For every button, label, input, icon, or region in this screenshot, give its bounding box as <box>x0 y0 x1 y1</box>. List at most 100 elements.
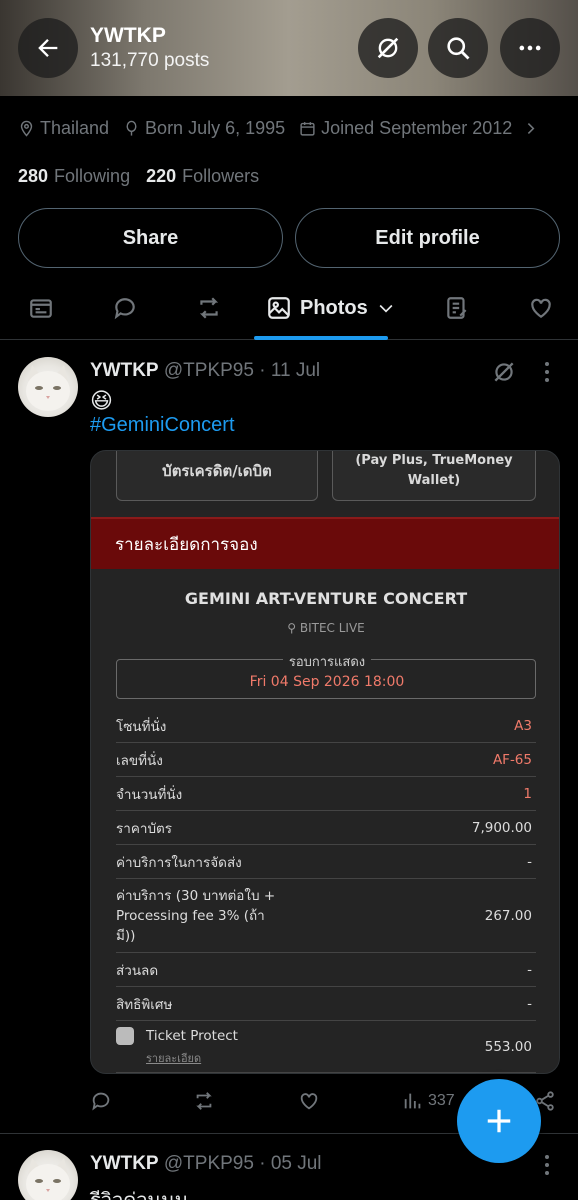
author-handle[interactable]: @TPKP95 <box>164 360 254 381</box>
born-text: Born July 6, 1995 <box>145 118 286 138</box>
reply-icon <box>92 1092 110 1111</box>
balloon-icon <box>126 120 137 136</box>
detail-label: Ticket Protect <box>146 1027 238 1044</box>
detail-value: - <box>527 995 532 1012</box>
back-arrow-icon <box>38 39 58 57</box>
repost-icon <box>199 297 219 319</box>
post-image[interactable]: บัตรเครดิต/เดบิต (Pay Plus, TrueMoney Wa… <box>90 450 560 1074</box>
chevron-right-icon[interactable] <box>522 120 539 137</box>
location-text: Thailand <box>40 118 110 138</box>
author-handle[interactable]: @TPKP95 <box>164 1153 254 1174</box>
avatar[interactable] <box>18 1150 78 1200</box>
payment-card-label: บัตรเครดิต/เดบิต <box>162 462 272 480</box>
post-text: รีวิวด่วนนน <box>90 1184 188 1200</box>
tab-highlights[interactable] <box>28 288 54 328</box>
search-button[interactable] <box>428 18 488 78</box>
grok-icon[interactable] <box>491 359 517 385</box>
profile-tabs: Photos <box>0 280 578 340</box>
plus-icon <box>487 1109 511 1133</box>
detail-value: 553.00 <box>484 1038 532 1055</box>
reply-icon <box>114 298 135 320</box>
tab-reposts[interactable] <box>196 288 222 328</box>
event-title: GEMINI ART-VENTURE CONCERT <box>184 589 468 608</box>
followers-label[interactable]: Followers <box>182 166 259 187</box>
show-time-label: รอบการแสดง <box>282 655 372 670</box>
views-icon <box>404 1093 421 1109</box>
detail-row-discount: ส่วนลด - <box>116 953 536 987</box>
active-tab-indicator <box>254 336 388 340</box>
detail-row-ticket-protect: Ticket Protect รายละเอียด 553.00 <box>116 1021 536 1073</box>
reply-button[interactable] <box>90 1090 112 1112</box>
hashtag-link[interactable]: #GeminiConcert <box>90 414 235 437</box>
location-pin-icon <box>20 120 33 137</box>
detail-value: - <box>527 853 532 870</box>
like-icon <box>531 298 551 318</box>
post-date[interactable]: · 11 Jul <box>259 360 320 381</box>
joined-item: Joined September 2012 <box>299 118 512 139</box>
views-button[interactable]: 337 <box>402 1090 455 1112</box>
event-venue: ⚲ BITEC LIVE <box>91 621 559 635</box>
payment-option-wallet: (Pay Plus, TrueMoney Wallet) <box>332 451 536 501</box>
avatar[interactable] <box>18 357 78 417</box>
detail-value: A3 <box>514 717 532 734</box>
article-icon <box>447 297 467 319</box>
post-header: YWTKP @TPKP95 · 11 Jul <box>90 360 320 382</box>
calendar-icon <box>300 122 315 136</box>
location-item: Thailand <box>18 118 109 139</box>
back-button[interactable] <box>18 18 78 78</box>
ticket-protect-cell: Ticket Protect รายละเอียด <box>116 1026 238 1067</box>
born-item: Born July 6, 1995 <box>123 118 285 139</box>
following-count[interactable]: 280 <box>18 166 48 187</box>
followers-count[interactable]: 220 <box>146 166 176 187</box>
detail-label: ส่วนลด <box>116 962 159 979</box>
booking-details-header: รายละเอียดการจอง <box>91 517 559 569</box>
more-icon[interactable] <box>537 358 557 386</box>
like-button[interactable] <box>298 1090 320 1112</box>
newspaper-icon <box>30 299 52 318</box>
tab-likes[interactable] <box>528 288 554 328</box>
detail-row-service-fee: ค่าบริการ (30 บาทต่อใบ + Processing fee … <box>116 879 536 953</box>
detail-label: สิทธิพิเศษ <box>116 996 173 1013</box>
detail-value: 7,900.00 <box>471 819 532 836</box>
grok-icon <box>377 37 399 59</box>
follow-stats: 280 Following 220 Followers <box>18 166 259 187</box>
author-name[interactable]: YWTKP <box>90 1153 159 1174</box>
compose-post-button[interactable] <box>457 1079 541 1163</box>
cat-avatar-image <box>26 1158 70 1200</box>
grok-button[interactable] <box>358 18 418 78</box>
detail-label: เลขที่นั่ง <box>116 752 163 769</box>
tab-articles[interactable] <box>444 288 470 328</box>
venue-pin-icon: ⚲ <box>287 621 300 635</box>
views-count: 337 <box>428 1092 455 1109</box>
detail-label: ราคาบัตร <box>116 820 173 837</box>
payment-wallet-line2: Wallet) <box>407 473 461 488</box>
posts-count: 131,770 posts <box>90 50 210 71</box>
more-icon[interactable] <box>537 1151 557 1179</box>
tab-replies[interactable] <box>112 288 138 328</box>
author-name[interactable]: YWTKP <box>90 360 159 381</box>
profile-meta: Thailand Born July 6, 1995 Joined Septem… <box>18 118 563 139</box>
edit-profile-button[interactable]: Edit profile <box>295 208 560 268</box>
detail-row-price: ราคาบัตร 7,900.00 <box>116 811 536 845</box>
search-icon <box>447 37 470 60</box>
photos-icon <box>268 297 290 319</box>
post-emoji: 😆 <box>90 388 113 413</box>
repost-icon <box>196 1092 212 1110</box>
detail-row-zone: โซนที่นั่ง A3 <box>116 709 536 743</box>
share-button[interactable]: Share <box>18 208 283 268</box>
like-icon <box>300 1093 318 1110</box>
more-options-button[interactable] <box>500 18 560 78</box>
venue-text: BITEC LIVE <box>299 621 365 635</box>
payment-wallet-line1: (Pay Plus, TrueMoney <box>355 453 513 468</box>
tab-photos-label: Photos <box>300 296 368 319</box>
repost-button[interactable] <box>193 1090 215 1112</box>
detail-label: ค่าบริการ (30 บาทต่อใบ + Processing fee … <box>116 887 276 944</box>
following-label[interactable]: Following <box>54 166 130 187</box>
chevron-down-icon <box>379 304 393 313</box>
detail-value: 267.00 <box>484 907 532 924</box>
post-date[interactable]: · 05 Jul <box>259 1153 321 1174</box>
detail-label: จำนวนที่นั่ง <box>116 786 183 803</box>
tab-photos[interactable]: Photos <box>266 288 396 328</box>
more-icon <box>519 45 541 51</box>
detail-row-privilege: สิทธิพิเศษ - <box>116 987 536 1021</box>
